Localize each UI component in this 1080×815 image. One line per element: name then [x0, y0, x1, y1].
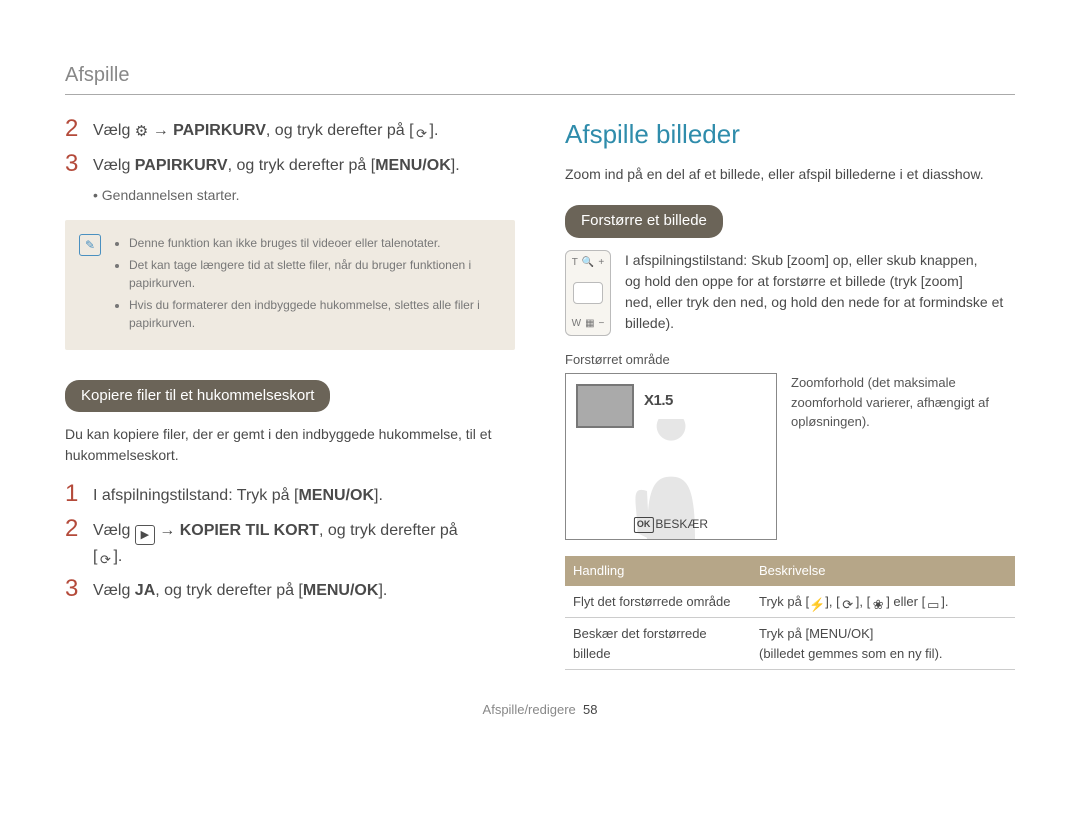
table-row: Beskær det forstørrede billede Tryk på […	[565, 618, 1015, 670]
zoom-value: X1.5	[644, 390, 673, 413]
timer-icon: ⟳	[840, 595, 856, 609]
desc-cell: Tryk på [MENU/OK] (billedet gemmes som e…	[751, 618, 1015, 670]
section-lead: Zoom ind på en del af et billede, eller …	[565, 164, 1015, 185]
step-text: Vælg JA, og tryk derefter på [MENU/OK].	[93, 575, 387, 603]
page-header: Afspille	[65, 60, 1015, 95]
zoom-description-text: I afspilningstilstand: Skub [zoom] op, e…	[625, 250, 1015, 334]
table-header-action: Handling	[565, 556, 751, 586]
action-cell: Beskær det forstørrede billede	[565, 618, 751, 670]
section-heading: Afspille billeder	[565, 115, 1015, 154]
note-box: ✎ Denne funktion kan ikke bruges til vid…	[65, 220, 515, 350]
timer-icon: ⟳	[97, 550, 113, 564]
crop-label: OKBESKÆR	[634, 515, 708, 533]
macro-icon: ❀	[870, 595, 886, 609]
sub-bullet-restore: Gendannelsen starter.	[93, 185, 515, 206]
step-2: 2 Vælg ⚙ → PAPIRKURV, og tryk derefter p…	[65, 115, 515, 144]
step-number: 2	[65, 515, 93, 544]
step-number: 2	[65, 115, 93, 144]
desc-cell: Tryk på [⚡], [⟳], [❀] eller [▭].	[751, 586, 1015, 618]
step-text: Vælg ▶ → KOPIER TIL KORT, og tryk dereft…	[93, 515, 458, 569]
preview-screen: X1.5 OKBESKÆR	[565, 373, 777, 540]
table-row: Flyt det forstørrede område Tryk på [⚡],…	[565, 586, 1015, 618]
step-3: 3 Vælg PAPIRKURV, og tryk derefter på [M…	[65, 150, 515, 179]
enlarged-area-label: Forstørret område	[565, 350, 1015, 370]
copy-step-3: 3 Vælg JA, og tryk derefter på [MENU/OK]…	[65, 575, 515, 604]
display-icon: ▭	[925, 595, 941, 609]
play-icon: ▶	[135, 525, 155, 545]
action-cell: Flyt det forstørrede område	[565, 586, 751, 618]
right-column: Afspille billeder Zoom ind på en del af …	[565, 115, 1015, 670]
copy-step-2: 2 Vælg ▶ → KOPIER TIL KORT, og tryk dere…	[65, 515, 515, 569]
copy-intro: Du kan kopiere filer, der er gemt i den …	[65, 424, 515, 466]
left-column: 2 Vælg ⚙ → PAPIRKURV, og tryk derefter p…	[65, 115, 515, 670]
table-header-description: Beskrivelse	[751, 556, 1015, 586]
step-number: 1	[65, 480, 93, 509]
zoom-control-illustration: T🔍+ W▦−	[565, 250, 611, 336]
gear-icon: ⚙	[135, 123, 148, 140]
section-pill-enlarge: Forstørre et billede	[565, 205, 723, 238]
timer-icon: ⟳	[414, 124, 430, 138]
actions-table: Handling Beskrivelse Flyt det forstørred…	[565, 556, 1015, 670]
page-footer: Afspille/redigere 58	[65, 700, 1015, 720]
note-icon: ✎	[79, 234, 101, 256]
zoom-caption: Zoomforhold (det maksimale zoomforhold v…	[791, 373, 1015, 432]
note-item: Hvis du formaterer den indbyggede hukomm…	[129, 296, 501, 332]
step-number: 3	[65, 575, 93, 604]
step-text: I afspilningstilstand: Tryk på [MENU/OK]…	[93, 480, 383, 508]
note-item: Det kan tage længere tid at slette filer…	[129, 256, 501, 292]
grid-icon: ▦	[585, 316, 594, 331]
copy-step-1: 1 I afspilningstilstand: Tryk på [MENU/O…	[65, 480, 515, 509]
note-item: Denne funktion kan ikke bruges til video…	[129, 234, 501, 252]
flash-icon: ⚡	[809, 595, 825, 609]
step-text: Vælg PAPIRKURV, og tryk derefter på [MEN…	[93, 150, 460, 178]
magnifier-icon: 🔍	[582, 255, 594, 270]
step-number: 3	[65, 150, 93, 179]
step-text: Vælg ⚙ → PAPIRKURV, og tryk derefter på …	[93, 115, 438, 144]
zoom-description-row: T🔍+ W▦− I afspilningstilstand: Skub [zoo…	[565, 250, 1015, 336]
section-pill-copy: Kopiere filer til et hukommelseskort	[65, 380, 330, 413]
